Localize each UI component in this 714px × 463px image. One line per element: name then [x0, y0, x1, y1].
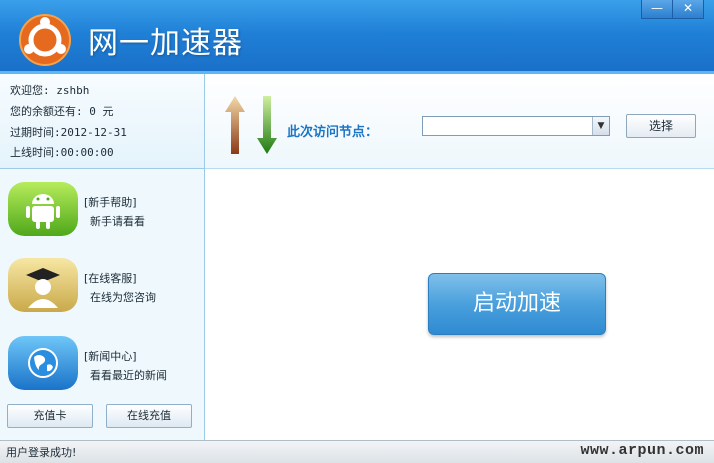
online-time-text: 上线时间:00:00:00 — [10, 146, 114, 159]
title-bar: 网一加速器 — ✕ — [0, 0, 714, 74]
online-recharge-button[interactable]: 在线充值 — [106, 404, 192, 428]
app-title: 网一加速器 — [88, 26, 243, 61]
node-toolbar: 此次访问节点： ▼ 选择 — [205, 74, 714, 169]
close-button[interactable]: ✕ — [673, 0, 704, 19]
graduate-icon — [8, 258, 78, 312]
menu-item-desc: 新手请看看 — [90, 215, 145, 228]
main-panel: 此次访问节点： ▼ 选择 启动加速 — [205, 74, 714, 440]
user-info-panel: 欢迎您: zshbh 您的余额还有: 0 元 过期时间:2012-12-31 上… — [0, 74, 204, 169]
node-label: 此次访问节点： — [287, 125, 379, 140]
sidebar: 欢迎您: zshbh 您的余额还有: 0 元 过期时间:2012-12-31 上… — [0, 74, 205, 440]
menu-item-desc: 看看最近的新闻 — [90, 369, 167, 382]
chevron-down-icon[interactable]: ▼ — [592, 117, 609, 135]
menu-item-support[interactable]: [在线客服] 在线为您咨询 — [0, 252, 204, 322]
menu-item-desc: 在线为您咨询 — [90, 291, 156, 304]
android-icon — [8, 182, 78, 236]
up-down-arrows-icon — [225, 96, 277, 154]
status-message: 用户登录成功! — [6, 446, 77, 459]
watermark: www.arpun.com — [580, 442, 704, 459]
status-bar: 用户登录成功! www.arpun.com — [0, 440, 714, 463]
start-accelerate-button[interactable]: 启动加速 — [428, 273, 606, 335]
app-logo-icon — [19, 14, 71, 66]
recharge-card-button[interactable]: 充值卡 — [7, 404, 93, 428]
minimize-button[interactable]: — — [641, 0, 673, 19]
node-select[interactable]: ▼ — [422, 116, 610, 136]
welcome-text: 欢迎您: zshbh — [10, 84, 90, 97]
menu-item-title: [新手帮助] — [84, 196, 137, 209]
globe-icon — [8, 336, 78, 390]
menu-item-news[interactable]: [新闻中心] 看看最近的新闻 — [0, 330, 204, 400]
menu-item-help[interactable]: [新手帮助] 新手请看看 — [0, 176, 204, 246]
menu-item-title: [在线客服] — [84, 272, 137, 285]
menu-item-title: [新闻中心] — [84, 350, 137, 363]
choose-button[interactable]: 选择 — [626, 114, 696, 138]
balance-text: 您的余额还有: 0 元 — [10, 105, 114, 118]
expire-text: 过期时间:2012-12-31 — [10, 126, 127, 139]
